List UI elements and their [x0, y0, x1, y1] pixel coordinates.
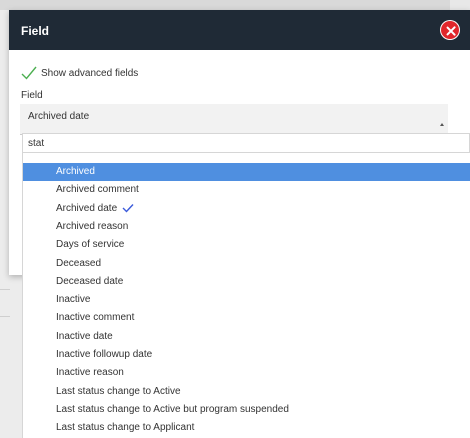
background-divider: [0, 289, 10, 290]
option-item[interactable]: Days of service: [23, 236, 470, 254]
option-item[interactable]: Archived comment: [23, 181, 470, 199]
modal-header: Field: [9, 10, 470, 50]
option-label: Inactive followup date: [56, 349, 153, 360]
caret-up-icon: [440, 123, 444, 126]
option-item[interactable]: Last status change to Applicant: [23, 419, 470, 437]
modal-title: Field: [21, 24, 50, 38]
option-item[interactable]: Archived: [23, 163, 470, 181]
option-item[interactable]: Last status change to Active but program…: [23, 401, 470, 419]
close-x-icon: [441, 21, 459, 39]
option-item[interactable]: Inactive: [23, 291, 470, 309]
field-options-list: Archived Archived comment Archived date Arc…: [22, 153, 470, 438]
option-label: Last status change to Applicant: [56, 422, 195, 434]
show-advanced-fields-label: Show advanced fields: [41, 67, 139, 79]
option-item[interactable]: Inactive followup date: [23, 346, 470, 364]
checkmark-icon: [21, 66, 37, 80]
option-item[interactable]: Inactive comment: [23, 309, 470, 327]
option-label: Deceased: [56, 257, 102, 269]
option-item[interactable]: Last status change to Active: [23, 383, 470, 401]
option-label: Inactive: [56, 294, 91, 306]
field-select-value: Archived date: [28, 111, 90, 122]
option-label: Inactive date: [56, 330, 113, 342]
option-item[interactable]: Deceased: [23, 255, 470, 273]
field-search-input[interactable]: [22, 133, 470, 153]
option-label: Last status change to Active but program…: [56, 403, 289, 415]
option-item[interactable]: Archived date: [23, 200, 470, 218]
background-divider: [0, 316, 10, 317]
option-label: Inactive comment: [56, 312, 135, 324]
option-item[interactable]: Inactive reason: [23, 364, 470, 382]
option-label: Days of service: [56, 239, 125, 251]
field-label: Field: [21, 90, 43, 101]
option-label: Archived date: [56, 202, 118, 214]
option-item[interactable]: Archived reason: [23, 218, 470, 236]
field-select[interactable]: Archived date: [20, 104, 448, 135]
option-label: Archived reason: [56, 220, 129, 232]
option-item[interactable]: Inactive date: [23, 328, 470, 346]
page-top-strip: [0, 0, 470, 10]
option-label: Deceased date: [56, 275, 124, 287]
option-label: Archived comment: [56, 184, 139, 196]
selected-check-icon: [122, 203, 134, 213]
close-button[interactable]: [440, 20, 460, 40]
option-label: Archived: [56, 166, 95, 177]
option-label: Inactive reason: [56, 367, 124, 379]
option-label: Last status change to Active: [56, 385, 181, 397]
option-item[interactable]: Deceased date: [23, 273, 470, 291]
show-advanced-fields-toggle[interactable]: Show advanced fields: [21, 66, 138, 80]
